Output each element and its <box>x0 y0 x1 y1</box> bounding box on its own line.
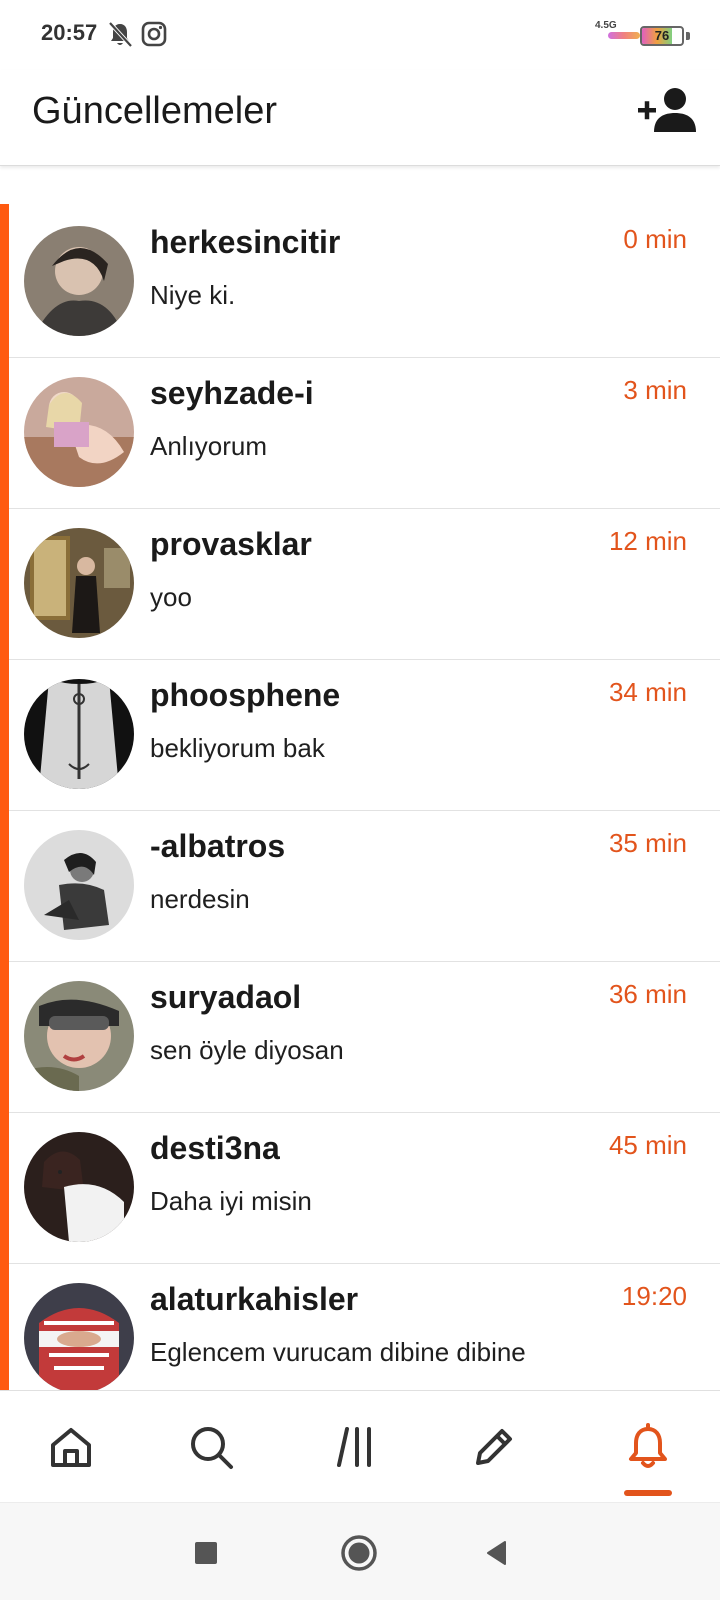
back-button[interactable] <box>469 1525 525 1581</box>
avatar[interactable] <box>24 1132 134 1242</box>
avatar[interactable] <box>24 1283 134 1390</box>
app-header: Güncellemeler <box>0 70 720 166</box>
network-indicator: 4.5G <box>595 20 617 31</box>
status-bar: 20:57 4.5G 76 <box>0 0 720 70</box>
message-preview: nerdesin <box>150 884 250 914</box>
timestamp: 12 min <box>608 526 687 556</box>
nav-home-button[interactable] <box>21 1391 121 1503</box>
add-user-button[interactable] <box>638 86 698 136</box>
username: desti3na <box>150 1130 280 1166</box>
avatar[interactable] <box>24 981 134 1091</box>
bottom-nav <box>0 1390 720 1502</box>
bell-off-icon <box>106 20 134 48</box>
list-item[interactable]: herkesincitir Niye ki. 0 min <box>9 204 720 358</box>
nav-notifications-button[interactable] <box>598 1391 698 1503</box>
avatar[interactable] <box>24 528 134 638</box>
timestamp: 34 min <box>608 677 687 707</box>
timestamp: 19:20 <box>621 1281 687 1311</box>
username: phoosphene <box>150 677 341 713</box>
system-home-button[interactable] <box>331 1525 387 1581</box>
message-preview: sen öyle diyosan <box>150 1035 344 1065</box>
add-user-icon <box>638 88 696 132</box>
timestamp: 45 min <box>608 1130 687 1160</box>
edit-icon <box>476 1429 512 1465</box>
list-item[interactable]: -albatros nerdesin 35 min <box>9 808 720 962</box>
battery-icon: 76 <box>640 26 684 46</box>
timestamp: 35 min <box>608 828 687 858</box>
timestamp: 3 min <box>623 375 687 405</box>
nav-search-button[interactable] <box>161 1391 261 1503</box>
nav-write-button[interactable] <box>444 1391 544 1503</box>
message-preview: Daha iyi misin <box>150 1186 312 1216</box>
list-accent-bar <box>0 204 9 1390</box>
list-item[interactable]: phoosphene bekliyorum bak 34 min <box>9 657 720 811</box>
avatar[interactable] <box>24 226 134 336</box>
username: seyhzade-i <box>150 375 314 411</box>
username: alaturkahisler <box>150 1281 359 1317</box>
recents-square-icon <box>195 1542 217 1564</box>
updates-list[interactable]: herkesincitir Niye ki. 0 min seyhzade-i … <box>0 204 720 1390</box>
username: suryadaol <box>150 979 302 1015</box>
status-time: 20:57 <box>41 20 98 45</box>
avatar[interactable] <box>24 377 134 487</box>
battery-tip <box>686 32 690 40</box>
message-preview: bekliyorum bak <box>150 733 325 763</box>
data-activity-icon <box>608 32 640 39</box>
back-triangle-icon <box>487 1541 506 1565</box>
list-item[interactable]: alaturkahisler Eglencem vurucam dibine d… <box>9 1261 720 1390</box>
username: herkesincitir <box>150 224 341 260</box>
list-item[interactable]: suryadaol sen öyle diyosan 36 min <box>9 959 720 1113</box>
instagram-icon <box>140 20 168 48</box>
avatar[interactable] <box>24 830 134 940</box>
feed-icon <box>337 1427 371 1467</box>
search-icon <box>191 1427 233 1469</box>
username: provasklar <box>150 526 312 562</box>
nav-feed-button[interactable] <box>305 1391 405 1503</box>
home-circle-icon <box>341 1535 377 1571</box>
avatar[interactable] <box>24 679 134 789</box>
message-preview: yoo <box>150 582 192 612</box>
message-preview: Eglencem vurucam dibine dibine <box>150 1337 526 1367</box>
home-icon <box>51 1428 91 1467</box>
list-item[interactable]: desti3na Daha iyi misin 45 min <box>9 1110 720 1264</box>
list-item[interactable]: provasklar yoo 12 min <box>9 506 720 660</box>
timestamp: 36 min <box>608 979 687 1009</box>
timestamp: 0 min <box>623 224 687 254</box>
recents-button[interactable] <box>178 1525 234 1581</box>
page-title: Güncellemeler <box>32 90 277 132</box>
nav-active-indicator <box>624 1490 672 1496</box>
message-preview: Anlıyorum <box>150 431 268 461</box>
username: -albatros <box>150 828 286 864</box>
system-nav-bar <box>0 1502 720 1600</box>
bell-icon <box>629 1423 667 1468</box>
message-preview: Niye ki. <box>150 280 236 310</box>
list-item[interactable]: seyhzade-i Anlıyorum 3 min <box>9 355 720 509</box>
battery-level: 76 <box>654 28 670 43</box>
